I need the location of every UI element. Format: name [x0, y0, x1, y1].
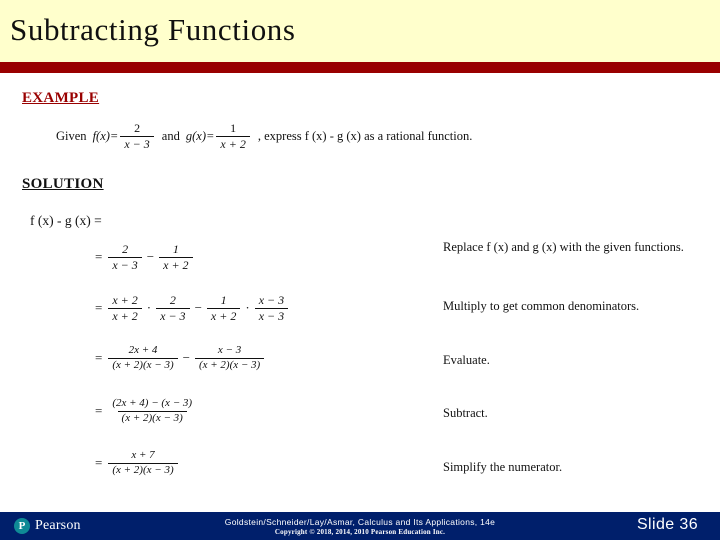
derivation-step-3: = 2x + 4 (x + 2)(x − 3) − x − 3 (x + 2)(x − 3…	[95, 344, 266, 372]
annotation-5: Simplify the numerator.	[443, 460, 563, 474]
f-argument: (x)=	[96, 128, 119, 143]
equals-sign: =	[95, 455, 103, 471]
pearson-logo: P Pearson	[14, 518, 81, 534]
fraction-numerator: 1	[220, 293, 227, 307]
example-given-line: Given f (x)= 2 x − 3 and g (x)= 1 x + 2 , …	[50, 122, 472, 151]
fraction-denominator: (x + 2)(x − 3)	[108, 357, 178, 372]
g-argument: (x)=	[192, 128, 215, 143]
f-denominator: x − 3	[120, 135, 154, 151]
and-label: and	[161, 128, 180, 143]
fraction-numerator: x + 2	[112, 293, 138, 307]
derivation-step-4: = (2x + 4) − (x − 3) (x + 2)(x − 3)	[95, 397, 198, 425]
derivation-step-2: = x + 2x + 2 · 2 x − 3−1 x + 2 · x − 3x − 3	[95, 294, 290, 323]
function-f-definition: f (x)= 2 x − 3	[93, 122, 156, 151]
equals-sign: =	[95, 300, 103, 316]
fraction-denominator: x + 2	[206, 307, 241, 323]
fraction-numerator: x + 7	[131, 449, 155, 461]
f-numerator: 2	[134, 121, 141, 135]
minus-operator: −	[146, 249, 155, 265]
fraction-numerator: x − 3	[258, 293, 285, 307]
fraction-denominator: x − 3	[156, 307, 190, 323]
footer-bar: P Pearson Goldstein/Schneider/Lay/Asmar,…	[0, 512, 720, 540]
slide-canvas: Subtracting Functions EXAMPLE Given f (x)…	[0, 0, 720, 540]
annotation-3: Evaluate.	[443, 353, 490, 367]
fraction-denominator: (x + 2)(x − 3)	[117, 410, 187, 425]
g-numerator: 1	[230, 121, 237, 135]
fraction: 1x + 2	[159, 242, 193, 272]
header-divider-rule	[0, 62, 720, 73]
function-g-definition: g (x)= 1 x + 2	[186, 122, 252, 151]
multiply-operator: ·	[146, 300, 152, 316]
g-fraction: 1 x + 2	[216, 121, 250, 151]
f-fraction: 2 x − 3	[120, 121, 154, 151]
fraction-numerator: (2x + 4) − (x − 3)	[112, 397, 193, 409]
fraction-numerator: 1	[172, 242, 179, 256]
fraction-numerator: 2	[169, 293, 176, 307]
fraction: 1x + 2	[206, 293, 241, 323]
fraction-denominator: (x + 2)(x − 3)	[108, 462, 178, 477]
fraction-denominator: x − 3	[254, 307, 289, 323]
minus-operator: −	[182, 350, 190, 366]
pearson-wordmark: Pearson	[35, 518, 81, 533]
solution-heading: SOLUTION	[22, 176, 104, 192]
fraction-denominator: (x + 2)(x − 3)	[194, 357, 265, 372]
derivation-step-1: = 2 x − 3−1 x + 2	[95, 243, 195, 272]
g-denominator: x + 2	[216, 135, 250, 151]
fraction-denominator: x + 2	[159, 256, 193, 272]
fraction-numerator: x − 3	[217, 344, 242, 356]
fraction: x + 7 (x + 2)(x − 3)	[108, 449, 178, 477]
fraction: x − 3x − 3	[254, 293, 289, 323]
fraction: (2x + 4) − (x − 3) (x + 2)(x − 3)	[108, 397, 196, 425]
page-title: Subtracting Functions	[10, 12, 296, 47]
footer-center-text: Goldstein/Schneider/Lay/Asmar, Calculus …	[150, 517, 570, 537]
footer-citation: Goldstein/Schneider/Lay/Asmar, Calculus …	[224, 517, 496, 527]
equals-sign: =	[95, 350, 103, 366]
annotation-4: Subtract.	[443, 406, 488, 420]
fraction: 2x − 3	[156, 293, 190, 323]
fraction-denominator: x + 2	[108, 307, 142, 323]
example-instruction-text: , express f (x) - g (x) as a rational fu…	[257, 128, 473, 143]
solution-lhs-expression: f (x) - g (x) =	[30, 213, 102, 228]
equals-sign: =	[95, 403, 103, 419]
equals-sign: =	[95, 249, 103, 265]
footer-copyright: Copyright © 2018, 2014, 2010 Pearson Edu…	[274, 528, 446, 536]
pearson-circle-icon: P	[14, 518, 30, 534]
fraction: x − 3 (x + 2)(x − 3)	[194, 344, 265, 372]
fraction: x + 2x + 2	[108, 293, 142, 323]
example-heading: EXAMPLE	[22, 90, 100, 106]
multiply-operator: ·	[245, 300, 250, 316]
minus-operator: −	[194, 300, 202, 316]
annotation-1: Replace f (x) and g (x) with the given f…	[443, 240, 684, 254]
fraction-numerator: 2	[122, 242, 129, 256]
annotation-2: Multiply to get common denominators.	[443, 299, 640, 313]
fraction: 2x + 4 (x + 2)(x − 3)	[108, 344, 178, 372]
given-label: Given	[56, 128, 87, 143]
derivation-step-5: = x + 7 (x + 2)(x − 3)	[95, 449, 180, 477]
fraction-denominator: x − 3	[108, 256, 142, 272]
fraction: 2x − 3	[108, 242, 142, 272]
fraction-numerator: 2x + 4	[128, 344, 158, 356]
slide-number: Slide 36	[636, 516, 698, 533]
